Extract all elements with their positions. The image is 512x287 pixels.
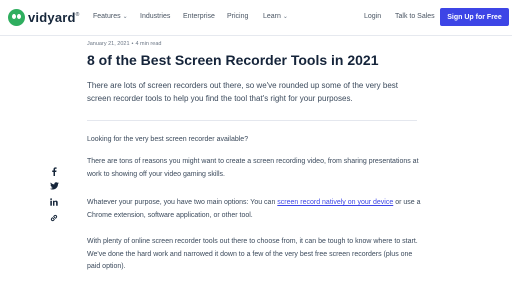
vidyard-logo-icon: [8, 9, 25, 26]
article-title: 8 of the Best Screen Recorder Tools in 2…: [87, 52, 379, 68]
facebook-icon[interactable]: [49, 166, 59, 176]
article-intro: There are lots of screen recorders out t…: [87, 81, 399, 103]
article-meta: January 21, 2021 • 4 min read: [87, 41, 162, 47]
nav-item-features[interactable]: Features ⌄: [93, 13, 128, 20]
nav-item-pricing[interactable]: Pricing: [227, 13, 248, 20]
linkedin-icon[interactable]: [49, 197, 59, 207]
read-time: 4 min read: [135, 41, 162, 47]
chevron-down-icon: ⌄: [122, 14, 128, 20]
chevron-down-icon: ⌄: [282, 14, 288, 20]
talk-to-sales-link[interactable]: Talk to Sales: [395, 13, 435, 20]
paragraph: There are tons of reasons you might want…: [87, 158, 419, 178]
login-link[interactable]: Login: [364, 13, 381, 20]
nav-item-enterprise[interactable]: Enterprise: [183, 13, 215, 20]
vidyard-logo[interactable]: vidyard®: [8, 9, 80, 26]
logo-text: vidyard®: [28, 10, 80, 25]
divider: [87, 120, 417, 121]
site-header: vidyard® Features ⌄ Industries Enterprise…: [0, 0, 512, 36]
twitter-icon[interactable]: [49, 181, 59, 191]
paragraph: Looking for the very best screen recorde…: [87, 136, 249, 143]
nav-item-industries[interactable]: Industries: [140, 13, 170, 20]
link-icon[interactable]: [49, 213, 59, 223]
paragraph: Whatever your purpose, you have two main…: [87, 199, 421, 219]
article-date: January 21, 2021: [87, 41, 130, 47]
nav-item-learn[interactable]: Learn ⌄: [263, 13, 288, 20]
paragraph: With plenty of online screen recorder to…: [87, 238, 418, 270]
signup-button[interactable]: Sign Up for Free: [440, 8, 509, 26]
screen-record-natively-link[interactable]: screen record natively on your device: [277, 199, 393, 206]
